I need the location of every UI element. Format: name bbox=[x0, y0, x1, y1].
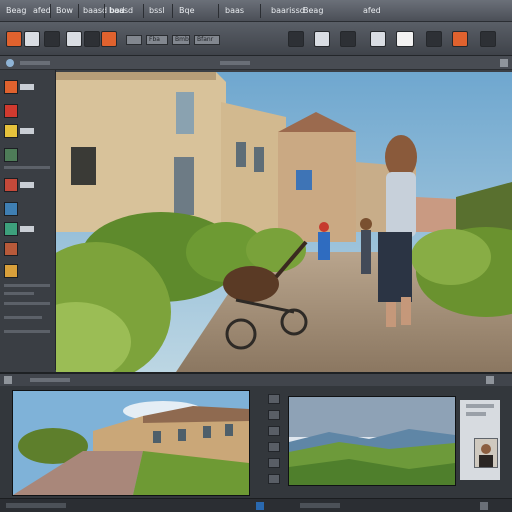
status-text-block bbox=[6, 503, 66, 508]
field-2[interactable]: Fba bbox=[146, 35, 168, 45]
field-4[interactable]: Bfanr bbox=[194, 35, 220, 45]
menu-item-11[interactable]: afed bbox=[360, 4, 384, 18]
export-icon[interactable] bbox=[452, 31, 468, 47]
left-tool-panel bbox=[0, 70, 56, 370]
filmstrip-slider[interactable] bbox=[30, 378, 70, 382]
menu-item-5[interactable]: baasd bbox=[106, 4, 136, 18]
select-icon[interactable] bbox=[314, 31, 330, 47]
fill-icon[interactable] bbox=[370, 31, 386, 47]
rating-icon[interactable] bbox=[268, 458, 280, 468]
info-line bbox=[466, 404, 494, 408]
status-text-block bbox=[300, 503, 340, 508]
adjust-icon[interactable] bbox=[4, 104, 18, 118]
divider bbox=[4, 330, 50, 333]
rotate-icon[interactable] bbox=[288, 31, 304, 47]
flag-icon[interactable] bbox=[268, 474, 280, 484]
side-info-panel bbox=[460, 400, 500, 480]
panel-toggle-icon[interactable] bbox=[500, 59, 508, 67]
info-icon[interactable] bbox=[6, 59, 14, 67]
field-3[interactable]: Bmbs bbox=[172, 35, 190, 45]
status-zoom-icon[interactable] bbox=[480, 502, 488, 510]
menu-item-6[interactable]: bssl bbox=[146, 4, 168, 18]
status-bar bbox=[0, 498, 512, 512]
green-hills-landscape-photo bbox=[289, 397, 455, 485]
channel-icon[interactable] bbox=[4, 202, 18, 216]
panel-expand-icon[interactable] bbox=[486, 376, 494, 384]
clone-icon[interactable] bbox=[396, 31, 414, 47]
mask-icon[interactable] bbox=[4, 178, 18, 192]
main-photo bbox=[56, 72, 512, 372]
filmstrip-header bbox=[0, 374, 512, 386]
divider bbox=[4, 302, 50, 305]
main-image-canvas[interactable] bbox=[56, 72, 512, 372]
menu-item-1[interactable]: Beag bbox=[3, 4, 29, 18]
village-street-photo bbox=[13, 391, 249, 495]
path-label bbox=[20, 226, 34, 232]
undo-icon[interactable] bbox=[6, 31, 22, 47]
info-line bbox=[466, 412, 486, 416]
bottom-filmstrip-panel bbox=[0, 372, 512, 512]
layers-icon[interactable] bbox=[44, 31, 60, 47]
menu-separator bbox=[260, 4, 261, 18]
filmstrip-thumbnail-2[interactable] bbox=[288, 396, 456, 486]
crop-icon[interactable] bbox=[24, 31, 40, 47]
option-slider[interactable] bbox=[20, 61, 50, 65]
menu-item-7[interactable]: Bqe bbox=[176, 4, 198, 18]
color-icon[interactable] bbox=[101, 31, 117, 47]
next-icon[interactable] bbox=[268, 410, 280, 420]
filter-label bbox=[20, 128, 34, 134]
menu-bar: Beag afed Bow baasd bod baasd bssl Bqe b… bbox=[0, 0, 512, 22]
path-icon[interactable] bbox=[4, 222, 18, 236]
field-1[interactable] bbox=[126, 35, 142, 45]
menu-item-3[interactable]: Bow bbox=[53, 4, 76, 18]
options-bar bbox=[0, 56, 512, 70]
swatch-icon[interactable] bbox=[4, 242, 18, 256]
menu-separator bbox=[143, 4, 144, 18]
settings-icon[interactable] bbox=[480, 31, 496, 47]
prev-icon[interactable] bbox=[268, 394, 280, 404]
eraser-icon[interactable] bbox=[426, 31, 442, 47]
history-label bbox=[20, 84, 34, 90]
brush-icon[interactable] bbox=[66, 31, 82, 47]
divider bbox=[4, 166, 50, 169]
menu-separator bbox=[218, 4, 219, 18]
menu-separator bbox=[78, 4, 79, 18]
menu-item-8[interactable]: baas bbox=[222, 4, 247, 18]
zoom-icon[interactable] bbox=[340, 31, 356, 47]
grid-icon[interactable] bbox=[268, 442, 280, 452]
brush-preset-icon[interactable] bbox=[4, 264, 18, 278]
portrait-thumbnail[interactable] bbox=[474, 438, 498, 468]
divider bbox=[4, 284, 50, 287]
menu-separator bbox=[104, 4, 105, 18]
divider bbox=[4, 316, 42, 319]
menu-separator bbox=[172, 4, 173, 18]
compare-icon[interactable] bbox=[268, 426, 280, 436]
portrait-photo bbox=[475, 439, 497, 467]
divider bbox=[4, 292, 34, 295]
panel-menu-icon[interactable] bbox=[4, 376, 12, 384]
filter-icon[interactable] bbox=[4, 124, 18, 138]
status-indicator-icon bbox=[256, 502, 264, 510]
layer-icon[interactable] bbox=[4, 148, 18, 162]
history-icon[interactable] bbox=[4, 80, 18, 94]
mask-label bbox=[20, 182, 34, 188]
filmstrip-thumbnail-1[interactable] bbox=[12, 390, 250, 496]
menu-item-10[interactable]: Beag bbox=[300, 4, 326, 18]
image-icon[interactable] bbox=[84, 31, 100, 47]
menu-separator bbox=[50, 4, 51, 18]
option-slider[interactable] bbox=[220, 61, 250, 65]
toolbar: Fba Bmbs Bfanr bbox=[0, 22, 512, 56]
